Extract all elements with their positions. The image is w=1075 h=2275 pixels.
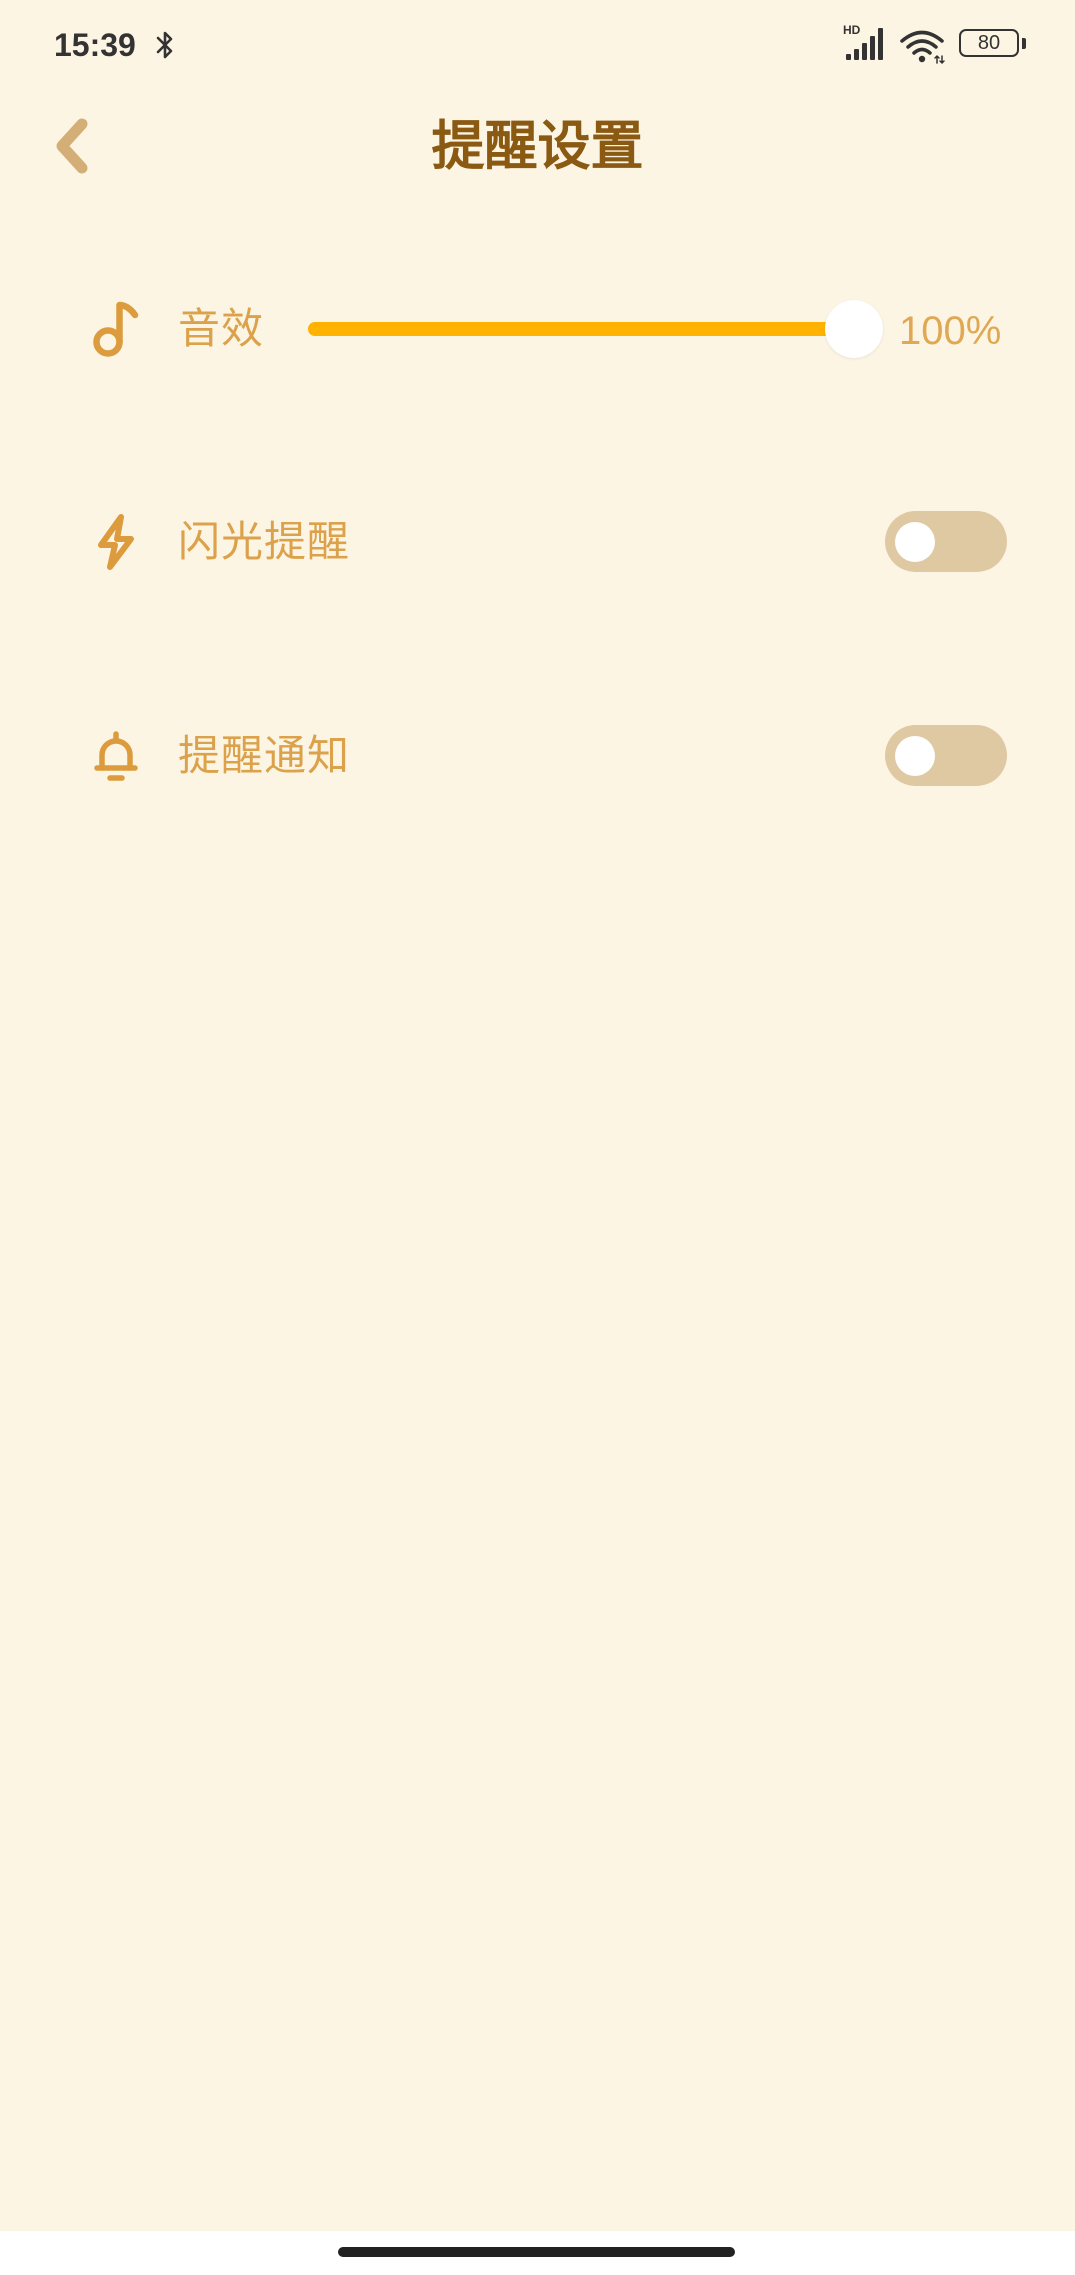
battery-icon: 80: [959, 29, 1029, 59]
sound-volume-value: 100%: [899, 309, 1002, 353]
slider-fill: [308, 322, 854, 336]
network-badge: HD: [843, 23, 861, 37]
setting-row-flash-reminder: 闪光提醒: [0, 492, 1075, 592]
status-bar: 15:39 HD 80: [0, 0, 1075, 90]
page-title: 提醒设置: [431, 116, 644, 177]
battery-level: 80: [977, 32, 1001, 54]
slider-thumb[interactable]: [825, 300, 883, 358]
wifi-icon: [900, 30, 945, 64]
battery-body: 80: [959, 29, 1019, 57]
lightning-icon: [98, 514, 134, 570]
toggle-knob: [895, 735, 935, 776]
battery-nub: [1022, 38, 1026, 49]
signal-icon: HD: [843, 24, 887, 62]
bluetooth-icon: [156, 31, 173, 59]
flash-reminder-toggle[interactable]: [885, 511, 1007, 572]
screen: 15:39 HD 80 提醒设置 音效 100% 闪光提醒 提醒通知: [0, 0, 1075, 2275]
bell-icon: [94, 731, 138, 781]
notification-reminder-toggle[interactable]: [885, 725, 1007, 786]
notification-reminder-label: 提醒通知: [178, 731, 351, 780]
navigation-bar: [0, 2231, 1075, 2275]
sound-label: 音效: [178, 304, 265, 353]
status-time: 15:39: [54, 27, 136, 63]
flash-reminder-label: 闪光提醒: [178, 517, 351, 566]
home-indicator[interactable]: [338, 2247, 735, 2257]
music-note-icon: [93, 301, 139, 357]
sound-volume-slider[interactable]: [308, 300, 883, 358]
toggle-knob: [895, 521, 935, 562]
setting-row-sound: 音效 100%: [0, 279, 1075, 379]
setting-row-notification-reminder: 提醒通知: [0, 706, 1075, 806]
